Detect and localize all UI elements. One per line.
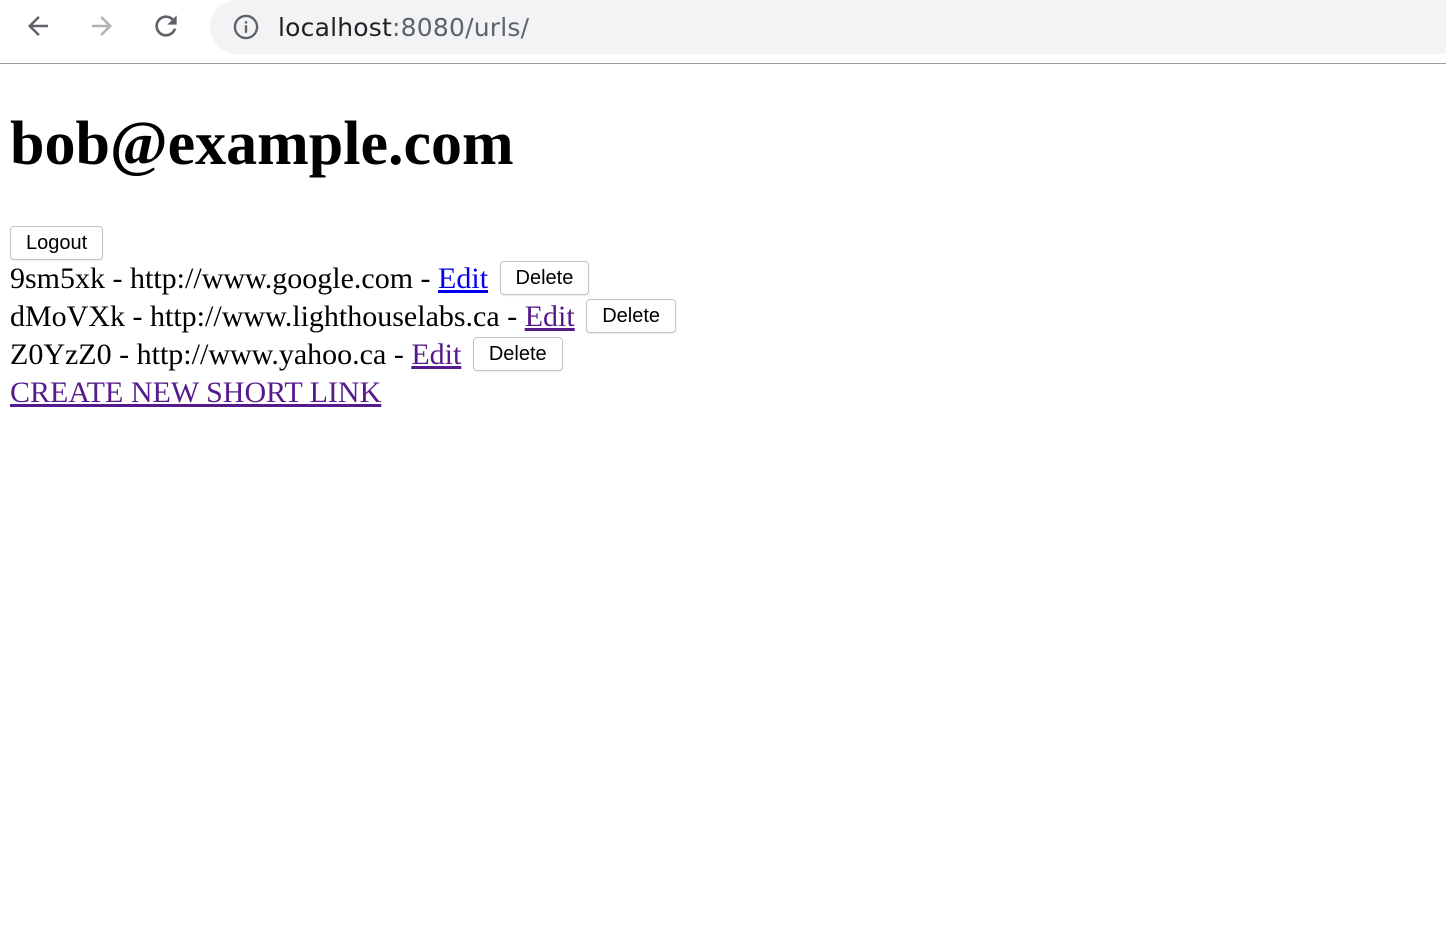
separator: - [111, 338, 137, 371]
url-row: 9sm5xk - http://www.google.com - Edit De… [10, 260, 1446, 298]
back-arrow-icon [28, 16, 48, 36]
browser-toolbar: localhost:8080/urls/ [0, 0, 1446, 64]
logout-button[interactable]: Logout [10, 226, 104, 260]
delete-button[interactable]: Delete [499, 261, 590, 296]
short-url: dMoVXk [10, 300, 126, 333]
long-url: http://www.lighthouselabs.ca [150, 300, 500, 333]
url-row: dMoVXk - http://www.lighthouselabs.ca - … [10, 298, 1446, 336]
edit-link[interactable]: Edit [438, 262, 488, 295]
separator: - [413, 262, 439, 295]
logout-form: Logout [10, 226, 1446, 260]
separator: - [125, 300, 151, 333]
forward-arrow-icon [92, 16, 112, 36]
url-row: Z0YzZ0 - http://www.yahoo.ca - Edit Dele… [10, 336, 1446, 374]
page-title: bob@example.com [10, 110, 514, 178]
edit-link[interactable]: Edit [411, 338, 461, 371]
address-bar[interactable]: localhost:8080/urls/ [210, 0, 1446, 54]
url-text[interactable]: localhost:8080/urls/ [278, 13, 529, 42]
url-path: :8080/urls/ [392, 12, 530, 42]
short-url: Z0YzZ0 [10, 338, 112, 371]
create-new-link[interactable]: CREATE NEW SHORT LINK [10, 374, 381, 412]
reload-button[interactable] [148, 8, 184, 44]
long-url: http://www.yahoo.ca [136, 338, 387, 371]
info-icon[interactable] [232, 13, 260, 41]
delete-button[interactable]: Delete [586, 299, 677, 334]
separator: - [499, 300, 525, 333]
edit-link[interactable]: Edit [525, 300, 575, 333]
url-list: 9sm5xk - http://www.google.com - Edit De… [10, 260, 1446, 374]
short-url: 9sm5xk [10, 262, 106, 295]
separator: - [105, 262, 131, 295]
long-url: http://www.google.com [130, 262, 414, 295]
page-content: bob@example.com Logout 9sm5xk - http://w… [0, 108, 1446, 412]
delete-button[interactable]: Delete [472, 337, 563, 372]
url-host: localhost [278, 12, 393, 42]
reload-icon [155, 15, 177, 37]
forward-button[interactable] [84, 8, 120, 44]
separator: - [386, 338, 412, 371]
back-button[interactable] [20, 8, 56, 44]
